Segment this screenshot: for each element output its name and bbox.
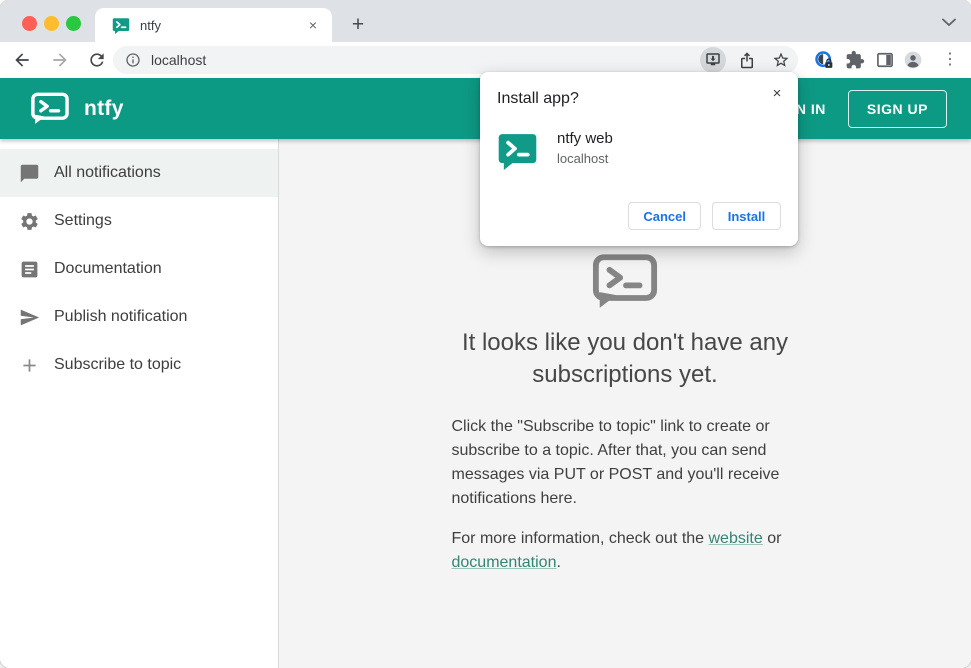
tab-title: ntfy — [140, 17, 161, 33]
browser-tab-ntfy[interactable]: ntfy × — [95, 8, 332, 42]
empty-state-links-paragraph: For more information, check out the webs… — [452, 527, 799, 575]
tab-list-chevron-icon[interactable] — [941, 15, 957, 29]
address-bar[interactable]: localhost — [113, 46, 798, 74]
profile-avatar-icon[interactable] — [903, 50, 923, 70]
sign-up-button[interactable]: SIGN UP — [847, 89, 947, 128]
traffic-lights — [22, 16, 81, 31]
paragraph-text: For more information, check out the — [451, 530, 709, 547]
new-tab-button[interactable]: + — [344, 11, 372, 39]
tab-close-icon[interactable]: × — [304, 16, 322, 34]
article-icon — [21, 261, 38, 277]
sidebar-item-label: Publish notification — [54, 308, 188, 325]
install-app-origin: localhost — [557, 151, 609, 166]
sidebar-item-publish-notification[interactable]: Publish notification — [0, 293, 278, 341]
chat-icon — [20, 164, 39, 182]
sidebar-item-settings[interactable]: Settings — [0, 197, 278, 245]
gear-icon — [21, 212, 38, 230]
sidebar-item-all-notifications[interactable]: All notifications — [0, 149, 278, 197]
install-app-name: ntfy web — [557, 130, 613, 147]
back-icon[interactable] — [12, 50, 32, 70]
plus-icon — [23, 358, 36, 372]
paragraph-text: or — [762, 530, 782, 547]
empty-state-paragraph: Click the "Subscribe to topic" link to c… — [451, 418, 780, 507]
sidebar-item-documentation[interactable]: Documentation — [0, 245, 278, 293]
paragraph-text: . — [556, 554, 561, 571]
minimize-window-button[interactable] — [44, 16, 59, 31]
ntfy-logo-icon — [31, 92, 69, 124]
install-app-dialog: Install app? × ntfy web localhost Cancel… — [480, 72, 798, 246]
side-panel-icon[interactable] — [875, 50, 895, 70]
empty-state-heading: It looks like you don't have any subscri… — [461, 329, 789, 388]
install-dialog-title: Install app? — [497, 90, 579, 107]
maximize-window-button[interactable] — [66, 16, 81, 31]
brand-name: ntfy — [84, 96, 124, 120]
sidebar-item-subscribe-to-topic[interactable]: Subscribe to topic — [0, 341, 278, 389]
install-button[interactable]: Install — [712, 202, 781, 230]
reload-icon[interactable] — [87, 50, 107, 70]
star-icon — [773, 52, 789, 67]
share-button[interactable] — [734, 47, 760, 73]
extensions-puzzle-icon[interactable] — [845, 50, 865, 70]
share-icon — [741, 52, 753, 69]
ntfy-terminal-outline-icon — [592, 254, 658, 308]
send-icon — [20, 309, 40, 325]
ntfy-favicon-icon — [112, 18, 130, 34]
forward-icon[interactable] — [50, 50, 70, 70]
close-window-button[interactable] — [22, 16, 37, 31]
browser-window: ntfy × + localhost ⋮ ntfy SIGN IN SIGN U… — [0, 0, 971, 668]
cancel-button[interactable]: Cancel — [628, 202, 701, 230]
bookmark-button[interactable] — [768, 47, 794, 73]
sidebar-item-label: Subscribe to topic — [54, 356, 182, 373]
url-text: localhost — [151, 52, 207, 68]
sidebar-item-label: Documentation — [54, 260, 162, 277]
page-info-icon[interactable] — [125, 52, 141, 68]
sidebar-nav: All notifications Settings Documentation… — [0, 139, 279, 668]
sidebar-item-label: All notifications — [54, 164, 161, 181]
install-app-button[interactable] — [700, 47, 726, 73]
browser-menu-icon[interactable]: ⋮ — [940, 50, 960, 70]
tab-strip: ntfy × + — [0, 0, 971, 42]
install-app-icon — [706, 53, 720, 66]
extension-privacy-icon[interactable] — [814, 50, 834, 70]
sidebar-item-label: Settings — [54, 212, 112, 229]
ntfy-app-icon — [498, 134, 537, 170]
website-link[interactable]: website — [709, 530, 763, 547]
documentation-link[interactable]: documentation — [452, 554, 557, 571]
dialog-close-icon[interactable]: × — [768, 84, 786, 102]
